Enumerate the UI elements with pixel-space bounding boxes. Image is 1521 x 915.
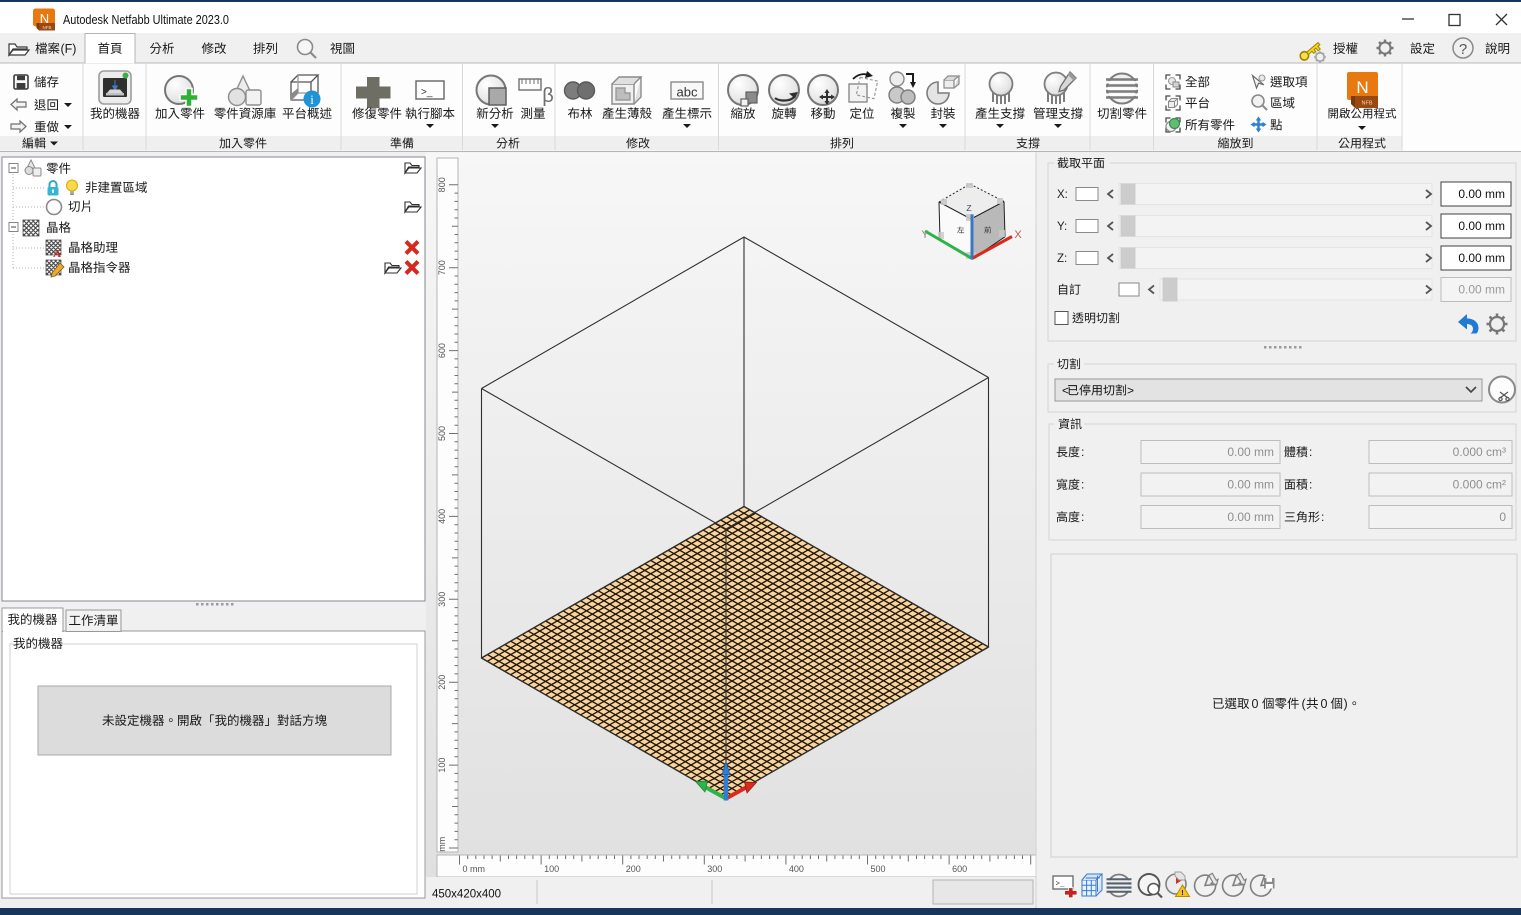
svg-text::: : — [1309, 445, 1312, 459]
svg-text:0.00 mm: 0.00 mm — [1227, 478, 1274, 492]
svg-text:500: 500 — [437, 426, 447, 441]
svg-text:N: N — [1356, 78, 1368, 97]
svg-text:200: 200 — [626, 864, 641, 874]
svg-text:0.00 mm: 0.00 mm — [1458, 219, 1505, 233]
svg-text::: : — [1081, 510, 1084, 524]
svg-text:): ) — [1344, 697, 1348, 711]
svg-text:200: 200 — [437, 675, 447, 690]
svg-text:Y:: Y: — [1057, 221, 1067, 233]
svg-text:100: 100 — [544, 864, 559, 874]
svg-text:500: 500 — [871, 864, 886, 874]
svg-text:!: ! — [1181, 888, 1184, 897]
svg-text:>_: >_ — [421, 87, 433, 98]
svg-text:700: 700 — [437, 260, 447, 275]
svg-text:X:: X: — [1057, 189, 1068, 201]
svg-text::: : — [1081, 478, 1084, 492]
svg-text:Z: Z — [966, 203, 971, 213]
svg-text:Autodesk Netfabb Ultimate 2023: Autodesk Netfabb Ultimate 2023.0 — [63, 12, 229, 27]
svg-text:<: < — [1062, 384, 1069, 398]
svg-text::: : — [1309, 478, 1312, 492]
svg-text:400: 400 — [789, 864, 804, 874]
svg-text:0.00 mm: 0.00 mm — [1227, 445, 1274, 459]
svg-text:X: X — [1014, 229, 1022, 241]
svg-text:>: > — [1127, 384, 1134, 398]
svg-text:NFB: NFB — [1362, 101, 1373, 107]
svg-text:450x420x400: 450x420x400 — [432, 889, 501, 901]
svg-text:A: A — [53, 248, 61, 260]
svg-text:?: ? — [1459, 41, 1467, 58]
svg-text:0: 0 — [1321, 697, 1328, 711]
svg-text:N: N — [40, 11, 49, 26]
svg-text:β: β — [542, 85, 554, 107]
svg-text:Y: Y — [921, 229, 929, 241]
svg-text:Z:: Z: — [1057, 253, 1067, 265]
svg-text:NFB: NFB — [43, 25, 52, 30]
svg-text:0.00 mm: 0.00 mm — [1227, 510, 1274, 524]
svg-text:400: 400 — [437, 509, 447, 524]
svg-text:800: 800 — [437, 177, 447, 192]
svg-text:300: 300 — [707, 864, 722, 874]
svg-text:0.00 mm: 0.00 mm — [1458, 283, 1505, 297]
svg-text:i: i — [310, 92, 314, 107]
svg-text:abc: abc — [677, 85, 698, 100]
svg-text:0.000 cm³: 0.000 cm³ — [1453, 445, 1506, 459]
svg-text:0 mm: 0 mm — [463, 864, 486, 874]
svg-text:0.00 mm: 0.00 mm — [1458, 187, 1505, 201]
svg-text:600: 600 — [952, 864, 967, 874]
svg-text:300: 300 — [437, 592, 447, 607]
svg-text:(F): (F) — [61, 42, 77, 56]
svg-text:0: 0 — [1499, 510, 1506, 524]
svg-text:600: 600 — [437, 343, 447, 358]
svg-text::: : — [1321, 510, 1324, 524]
svg-text:100: 100 — [437, 758, 447, 773]
svg-text:0.00 mm: 0.00 mm — [1458, 251, 1505, 265]
svg-text:0.000 cm²: 0.000 cm² — [1453, 478, 1506, 492]
svg-text:0: 0 — [1252, 697, 1259, 711]
svg-text:>_: >_ — [1056, 881, 1066, 889]
svg-text::: : — [1081, 445, 1084, 459]
